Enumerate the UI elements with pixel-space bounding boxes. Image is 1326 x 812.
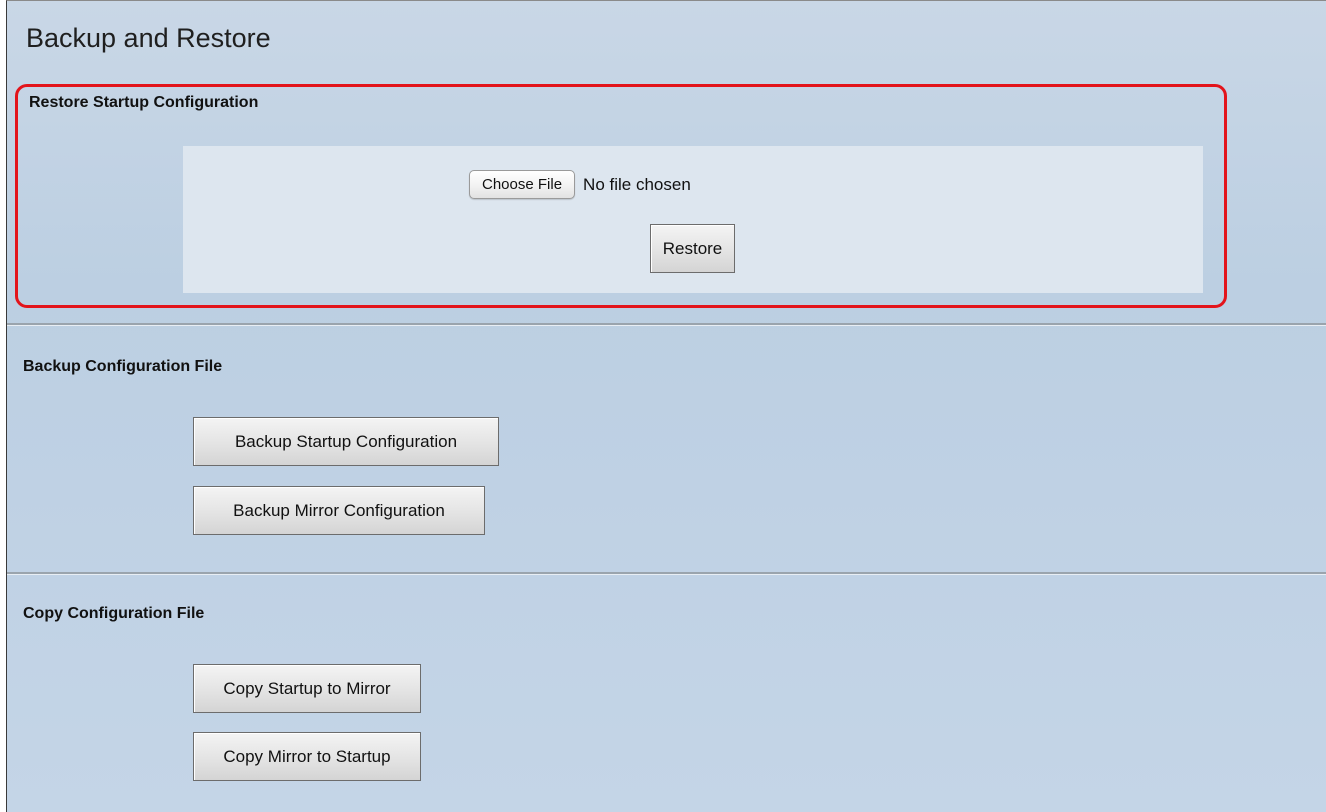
backup-startup-configuration-button[interactable]: Backup Startup Configuration xyxy=(193,417,499,466)
section-divider xyxy=(7,572,1326,575)
page-title: Backup and Restore xyxy=(26,23,271,53)
copy-startup-to-mirror-button[interactable]: Copy Startup to Mirror xyxy=(193,664,421,713)
section-divider xyxy=(7,323,1326,326)
highlight-annotation xyxy=(15,84,1227,308)
backup-mirror-configuration-button[interactable]: Backup Mirror Configuration xyxy=(193,486,485,535)
backup-section-title: Backup Configuration File xyxy=(23,358,223,375)
copy-section-title: Copy Configuration File xyxy=(23,605,205,622)
copy-mirror-to-startup-button[interactable]: Copy Mirror to Startup xyxy=(193,732,421,781)
backup-restore-page: Backup and Restore Restore Startup Confi… xyxy=(6,0,1326,812)
